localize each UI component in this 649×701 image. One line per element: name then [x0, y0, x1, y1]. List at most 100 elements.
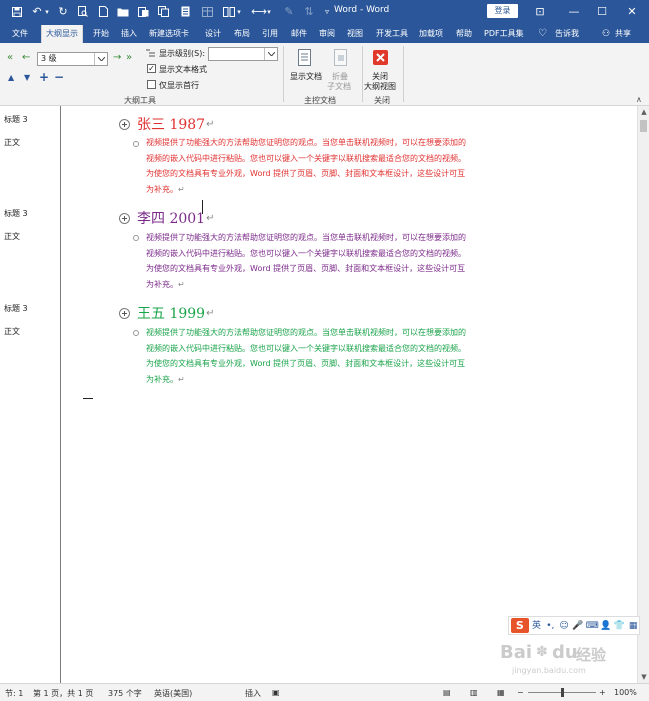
columns-dropdown-icon[interactable]: ▾	[235, 3, 243, 20]
login-button[interactable]: 登录	[487, 4, 518, 18]
format-painter-icon[interactable]: ✎	[282, 3, 296, 20]
undo-icon[interactable]: ↶	[30, 3, 44, 20]
status-page[interactable]: 第 1 页，共 1 页	[33, 688, 93, 699]
zoom-in-button[interactable]: +	[599, 688, 606, 697]
outline-heading[interactable]: 王五 1999 ↵	[119, 303, 214, 323]
read-mode-icon[interactable]: ▤	[443, 688, 451, 697]
status-language[interactable]: 英语(美国)	[154, 688, 192, 699]
outline-level-select[interactable]: 3 级	[37, 52, 108, 66]
emoji-icon[interactable]: ☺	[558, 619, 570, 633]
web-layout-icon[interactable]: ▦	[497, 688, 505, 697]
tab-pdf-tools[interactable]: PDF工具集	[484, 25, 524, 43]
width-icon[interactable]: ⟷	[251, 3, 267, 20]
show-level-select[interactable]	[208, 47, 278, 61]
columns-icon[interactable]	[222, 3, 236, 20]
scroll-thumb[interactable]	[640, 120, 647, 132]
zoom-out-button[interactable]: −	[517, 688, 524, 697]
show-text-format-checkbox[interactable]: ✓	[147, 64, 156, 73]
tab-home[interactable]: 开始	[93, 25, 109, 43]
table-icon[interactable]	[200, 3, 214, 20]
new-document-icon[interactable]	[96, 3, 110, 20]
tab-mailings[interactable]: 邮件	[291, 25, 307, 43]
demote-icon[interactable]: →	[113, 52, 121, 63]
lightbulb-icon[interactable]: ♡	[538, 25, 547, 43]
tab-insert[interactable]: 插入	[121, 25, 137, 43]
expand-plus-icon[interactable]	[119, 307, 130, 319]
collapse-minus-icon[interactable]: −	[54, 70, 64, 84]
tab-help[interactable]: 帮助	[456, 25, 472, 43]
status-insert-mode[interactable]: 插入	[245, 688, 261, 699]
scroll-down-icon[interactable]: ▼	[638, 671, 649, 683]
punctuation-toggle[interactable]: •,	[544, 619, 556, 633]
tab-layout[interactable]: 布局	[234, 25, 250, 43]
share-icon[interactable]: ⚇	[602, 25, 610, 43]
macro-record-icon[interactable]: ▣	[272, 688, 280, 697]
promote-icon[interactable]: ←	[22, 52, 30, 63]
ime-toolbar[interactable]: S 英 •, ☺ 🎤 ⌨ 👤 👕 ▦	[508, 616, 640, 635]
show-document-icon[interactable]	[296, 48, 314, 68]
open-folder-icon[interactable]	[116, 3, 130, 20]
keyboard-icon[interactable]: ⌨	[586, 619, 599, 633]
toolbox-icon[interactable]: ▦	[627, 619, 639, 633]
tab-references[interactable]: 引用	[262, 25, 278, 43]
zoom-level[interactable]: 100%	[614, 688, 637, 697]
sort-icon[interactable]: ⇅	[302, 3, 316, 20]
expand-plus-icon[interactable]: +	[39, 70, 49, 84]
body-paragraph[interactable]: 视频提供了功能强大的方法帮助您证明您的观点。当您单击联机视频时，可以在想要添加的…	[146, 325, 466, 388]
minimize-button[interactable]: —	[562, 2, 586, 20]
document-area[interactable]: 标题 3 正文 张三 1987 ↵ 视频提供了功能强大的方法帮助您证明您的观点。…	[0, 106, 649, 683]
tab-design[interactable]: 设计	[205, 25, 221, 43]
paste-icon[interactable]	[136, 3, 150, 20]
customize-toolbar-icon[interactable]: ▿	[322, 3, 332, 20]
share-button[interactable]: 共享	[615, 25, 631, 43]
maximize-button[interactable]: ☐	[590, 2, 614, 20]
outline-heading[interactable]: 李四 2001 ↵	[119, 208, 214, 228]
close-window-button[interactable]: ✕	[620, 2, 644, 20]
print-layout-icon[interactable]: ▥	[470, 688, 478, 697]
promote-to-heading1-icon[interactable]: «	[7, 52, 13, 63]
expand-plus-icon[interactable]	[119, 118, 130, 130]
collapse-ribbon-icon[interactable]: ∧	[636, 95, 642, 104]
tab-developer[interactable]: 开发工具	[376, 25, 408, 43]
tell-me-search[interactable]: 告诉我	[555, 25, 579, 43]
outline-heading[interactable]: 张三 1987 ↵	[119, 114, 214, 134]
tab-new-tab[interactable]: 新建选项卡	[149, 25, 189, 43]
move-up-icon[interactable]: ▲	[8, 73, 14, 82]
move-down-icon[interactable]: ▼	[24, 73, 30, 82]
save-icon[interactable]	[10, 3, 24, 20]
width-dropdown-icon[interactable]: ▾	[265, 3, 273, 20]
ribbon-display-options-icon[interactable]: ⊡	[528, 2, 552, 20]
tab-view[interactable]: 视图	[347, 25, 363, 43]
print-preview-icon[interactable]	[76, 3, 90, 20]
zoom-slider-thumb[interactable]	[561, 688, 564, 697]
voice-input-icon[interactable]: 🎤	[572, 619, 584, 633]
undo-dropdown-icon[interactable]: ▾	[43, 3, 51, 20]
body-paragraph[interactable]: 视频提供了功能强大的方法帮助您证明您的观点。当您单击联机视频时，可以在想要添加的…	[146, 230, 466, 293]
close-outline-view-label-line2[interactable]: 大纲视图	[364, 81, 396, 92]
copy-icon[interactable]	[156, 3, 170, 20]
tab-outline[interactable]: 大纲显示	[41, 25, 83, 43]
tab-file[interactable]: 文件	[12, 25, 28, 43]
document-icon[interactable]	[178, 3, 192, 20]
skin-icon[interactable]: 👕	[613, 619, 625, 633]
tab-add-ins[interactable]: 加载项	[419, 25, 443, 43]
show-document-button[interactable]: 显示文档	[290, 71, 322, 82]
user-icon[interactable]: 👤	[600, 619, 612, 633]
demote-to-body-icon[interactable]: »	[126, 52, 132, 63]
body-bullet-icon[interactable]	[133, 330, 139, 336]
show-first-line-checkbox[interactable]	[147, 80, 156, 89]
close-outline-view-icon[interactable]	[372, 49, 390, 69]
redo-icon[interactable]: ↻	[56, 3, 70, 20]
scroll-up-icon[interactable]: ▲	[638, 106, 649, 118]
body-bullet-icon[interactable]	[133, 235, 139, 241]
ime-language-toggle[interactable]: 英	[531, 619, 543, 633]
collapse-subdocuments-icon[interactable]	[332, 48, 350, 68]
vertical-scrollbar[interactable]: ▲ ▼	[637, 106, 649, 683]
sogou-logo-icon[interactable]: S	[511, 618, 529, 633]
expand-plus-icon[interactable]	[119, 212, 130, 224]
status-word-count[interactable]: 375 个字	[108, 688, 142, 699]
status-section[interactable]: 节: 1	[5, 688, 23, 699]
body-bullet-icon[interactable]	[133, 141, 139, 147]
tab-review[interactable]: 审阅	[319, 25, 335, 43]
body-paragraph[interactable]: 视频提供了功能强大的方法帮助您证明您的观点。当您单击联机视频时，可以在想要添加的…	[146, 135, 466, 198]
